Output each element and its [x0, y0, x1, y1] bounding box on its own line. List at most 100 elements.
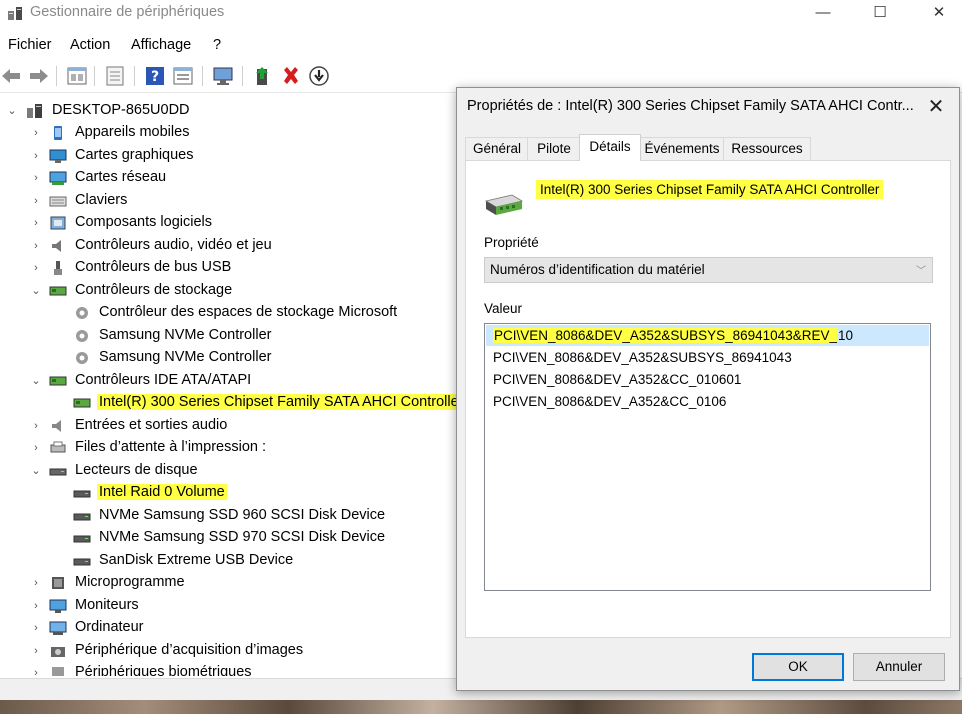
- properties-view-icon[interactable]: [66, 65, 88, 87]
- toolbar-separator: [242, 66, 243, 86]
- action-list-icon[interactable]: [172, 65, 194, 87]
- show-hidden-icon[interactable]: [104, 65, 126, 87]
- chevron-right-icon[interactable]: ›: [30, 420, 42, 432]
- disk-drive-icon: [73, 513, 91, 520]
- controller-card-icon: [73, 398, 91, 408]
- chevron-right-icon[interactable]: ›: [30, 645, 42, 657]
- category-icon: [49, 621, 67, 635]
- minimize-button[interactable]: —: [800, 0, 846, 30]
- enable-device-icon[interactable]: [252, 65, 274, 87]
- chevron-down-icon[interactable]: ⌄: [30, 285, 42, 297]
- category-icon: [54, 126, 62, 140]
- close-button[interactable]: ✕: [916, 0, 962, 30]
- menu-action[interactable]: Action: [70, 37, 110, 53]
- category-icon: [49, 468, 67, 475]
- category-icon: [49, 196, 67, 206]
- toolbar-separator: [94, 66, 95, 86]
- value-item-text: PCI\VEN_8086&DEV_A352&CC_010601: [493, 372, 742, 387]
- update-driver-icon[interactable]: [308, 65, 330, 87]
- tree-device-label: Samsung NVMe Controller: [99, 326, 272, 343]
- tab-general[interactable]: Général: [465, 137, 529, 160]
- computer-icon: [27, 104, 42, 118]
- tab-ressources[interactable]: Ressources: [723, 137, 811, 160]
- tree-category-label: Cartes réseau: [75, 169, 167, 185]
- forward-arrow-icon[interactable]: [28, 65, 50, 87]
- svg-text:?: ?: [151, 69, 159, 85]
- menu-fichier[interactable]: Fichier: [8, 37, 52, 53]
- category-icon: [52, 577, 64, 589]
- tab-details[interactable]: Détails: [579, 134, 641, 161]
- value-listbox[interactable]: PCI\VEN_8086&DEV_A352&SUBSYS_86941043&RE…: [484, 323, 931, 591]
- value-label: Valeur: [484, 301, 523, 316]
- tree-category-label: Moniteurs: [75, 596, 139, 613]
- tab-pilote[interactable]: Pilote: [527, 137, 581, 160]
- desktop-background: [0, 700, 962, 714]
- maximize-button[interactable]: ☐: [857, 0, 903, 30]
- tab-strip: Général Pilote Détails Événements Ressou…: [465, 134, 955, 161]
- settings-gear-icon: [76, 307, 88, 319]
- chevron-right-icon[interactable]: ›: [30, 240, 42, 252]
- tree-device-label: Contrôleur des espaces de stockage Micro…: [99, 304, 398, 320]
- dialog-close-button[interactable]: ✕: [921, 94, 951, 120]
- chevron-right-icon[interactable]: ›: [30, 172, 42, 184]
- chevron-right-icon[interactable]: ›: [30, 127, 42, 139]
- chevron-right-icon[interactable]: ›: [30, 577, 42, 589]
- details-panel: Intel(R) 300 Series Chipset Family SATA …: [465, 160, 951, 638]
- tree-category-label: Ordinateur: [75, 619, 144, 635]
- value-item-text: PCI\VEN_8086&DEV_A352&CC_0106: [493, 394, 727, 409]
- menu-affichage[interactable]: Affichage: [131, 37, 191, 53]
- category-icon: [49, 171, 67, 185]
- chevron-right-icon[interactable]: ›: [30, 150, 42, 162]
- category-icon: [49, 599, 67, 613]
- chevron-down-icon[interactable]: ⌄: [6, 105, 18, 117]
- chevron-right-icon[interactable]: ›: [30, 667, 42, 676]
- tree-device-label: Intel(R) 300 Series Chipset Family SATA …: [97, 394, 456, 410]
- settings-gear-icon: [76, 352, 88, 364]
- category-icon: [51, 646, 65, 657]
- category-icon: [54, 261, 62, 275]
- chevron-right-icon[interactable]: ›: [30, 217, 42, 229]
- cancel-button[interactable]: Annuler: [853, 653, 945, 681]
- chevron-right-icon[interactable]: ›: [30, 262, 42, 274]
- list-item[interactable]: PCI\VEN_8086&DEV_A352&SUBSYS_86941043&RE…: [486, 325, 929, 346]
- device-name: Intel(R) 300 Series Chipset Family SATA …: [536, 180, 884, 199]
- properties-dialog: Propriétés de : Intel(R) 300 Series Chip…: [456, 87, 960, 691]
- help-icon[interactable]: ?: [144, 65, 166, 87]
- chevron-right-icon[interactable]: ›: [30, 195, 42, 207]
- chevron-down-icon[interactable]: ⌄: [30, 375, 42, 387]
- value-item-text: 10: [837, 328, 854, 343]
- tab-evenements[interactable]: Événements: [639, 137, 725, 160]
- ok-button[interactable]: OK: [752, 653, 844, 681]
- toolbar-separator: [134, 66, 135, 86]
- device-manager-icon: [8, 7, 22, 20]
- list-item[interactable]: PCI\VEN_8086&DEV_A352&CC_0106: [486, 391, 929, 412]
- chevron-right-icon[interactable]: ›: [30, 442, 42, 454]
- value-item-highlight: PCI\VEN_8086&DEV_A352&SUBSYS_86941043&RE…: [493, 328, 838, 343]
- tree-category-label: Claviers: [75, 191, 128, 208]
- device-tree: ⌄ DESKTOP-865U0DD › Appareils mobiles › Car…: [0, 98, 456, 676]
- toolbar-separator: [202, 66, 203, 86]
- tree-category-label: Files d’attente à l’impression :: [75, 439, 266, 455]
- back-arrow-icon[interactable]: [0, 65, 22, 87]
- category-icon: [49, 149, 67, 163]
- property-dropdown[interactable]: Numéros d’identification du matériel ﹀: [484, 257, 933, 283]
- property-dropdown-value: Numéros d’identification du matériel: [490, 262, 705, 277]
- tree-device-label: Intel Raid 0 Volume: [97, 484, 227, 500]
- tree-category-label: Lecteurs de disque: [75, 461, 198, 478]
- toolbar-separator: [56, 66, 57, 86]
- category-icon: [50, 441, 66, 453]
- tree-category-label: Contrôleurs IDE ATA/ATAPI: [75, 371, 252, 388]
- menu-help[interactable]: ?: [213, 37, 221, 53]
- list-item[interactable]: PCI\VEN_8086&DEV_A352&CC_010601: [486, 369, 929, 390]
- tree-root-label: DESKTOP-865U0DD: [52, 102, 190, 118]
- scan-hardware-icon[interactable]: [212, 65, 234, 87]
- tree-category-label: Périphérique d’acquisition d’images: [75, 641, 304, 658]
- tree-category-label: Cartes graphiques: [75, 146, 194, 163]
- list-item[interactable]: PCI\VEN_8086&DEV_A352&SUBSYS_86941043: [486, 347, 929, 368]
- uninstall-device-icon[interactable]: [280, 65, 302, 87]
- chevron-down-icon: ﹀: [916, 266, 926, 277]
- chevron-down-icon[interactable]: ⌄: [30, 465, 42, 477]
- chevron-right-icon[interactable]: ›: [30, 600, 42, 612]
- chevron-right-icon[interactable]: ›: [30, 622, 42, 634]
- tree-device-label: NVMe Samsung SSD 970 SCSI Disk Device: [99, 529, 386, 545]
